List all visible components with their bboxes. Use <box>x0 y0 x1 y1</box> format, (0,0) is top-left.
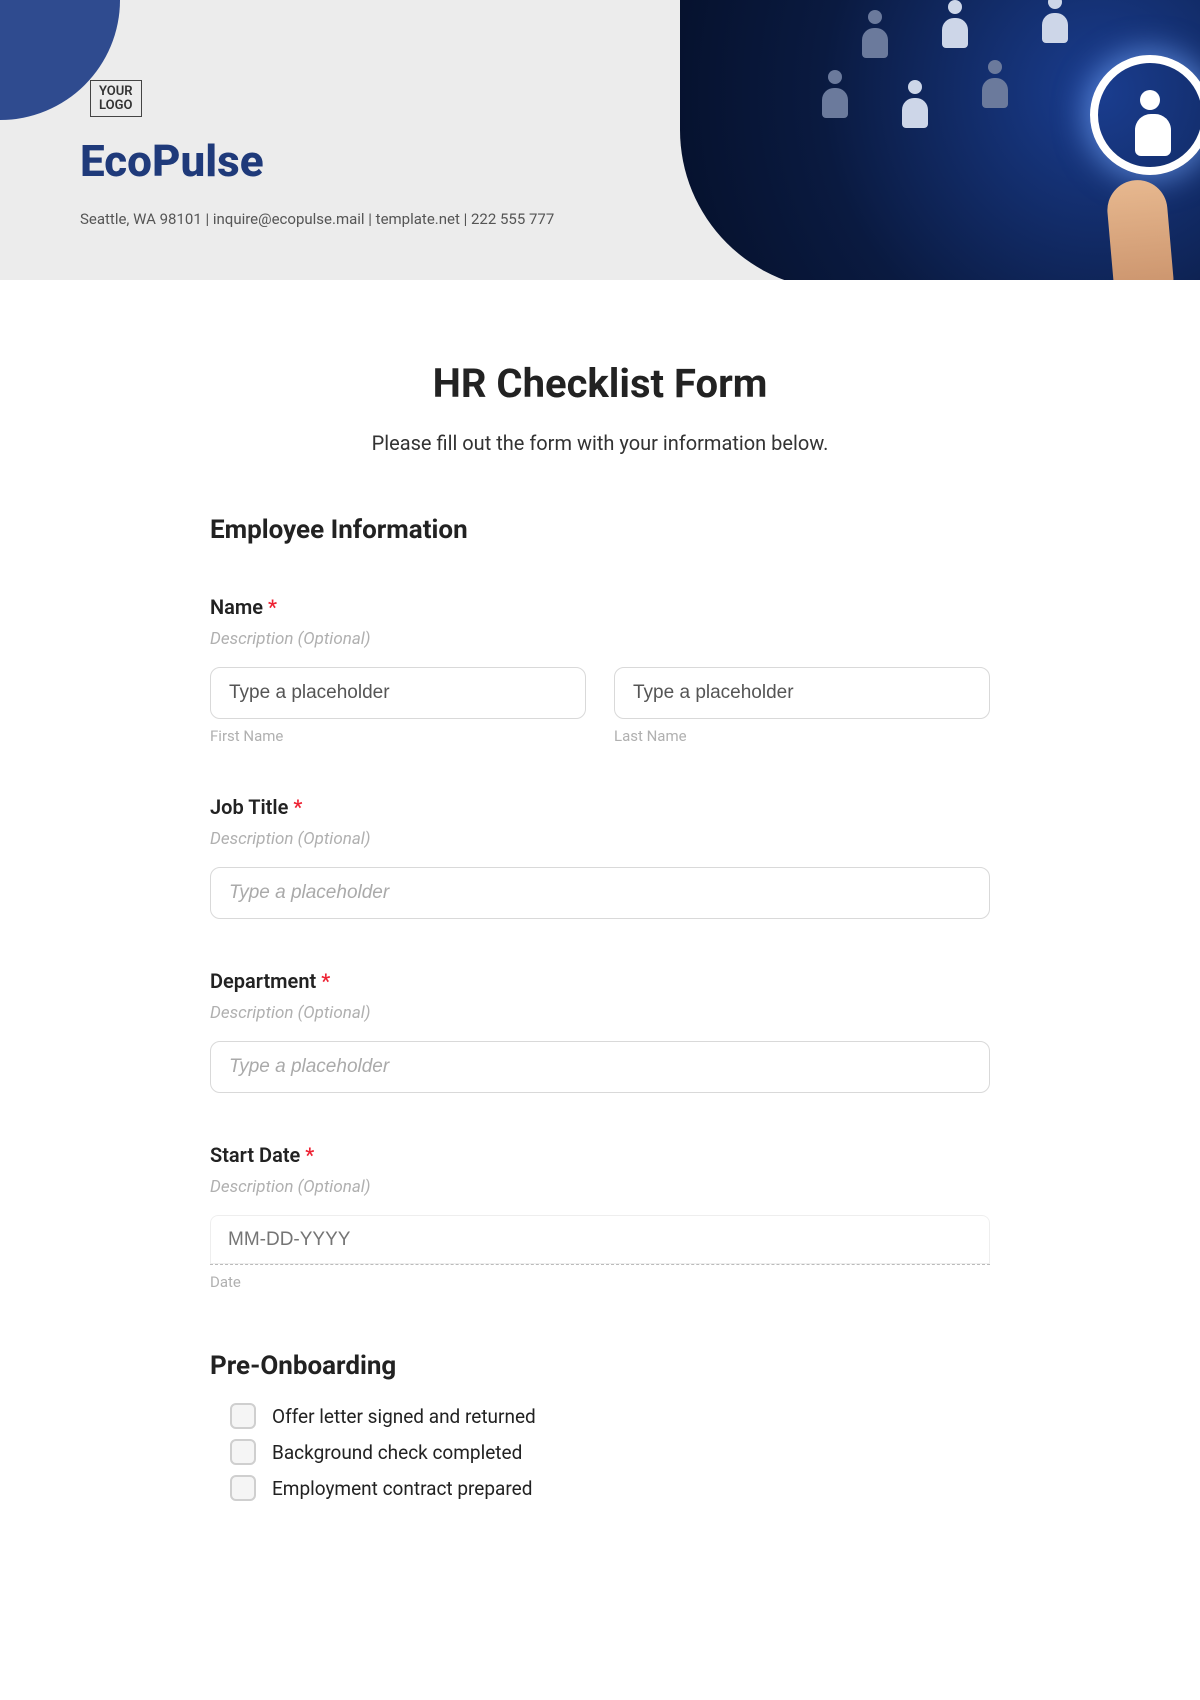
field-name: Name * Description (Optional) First Name… <box>210 595 990 745</box>
checkbox[interactable] <box>230 1439 256 1465</box>
form-container: HR Checklist Form Please fill out the fo… <box>150 280 1050 1551</box>
department-input[interactable] <box>210 1041 990 1093</box>
field-department: Department * Description (Optional) <box>210 969 990 1093</box>
start-date-description: Description (Optional) <box>210 1177 990 1197</box>
name-label: Name * <box>210 595 990 619</box>
pointing-finger <box>1105 178 1175 280</box>
checkbox[interactable] <box>230 1475 256 1501</box>
job-title-label: Job Title * <box>210 795 990 819</box>
form-subtitle: Please fill out the form with your infor… <box>210 431 990 455</box>
start-date-input[interactable] <box>210 1215 990 1265</box>
checklist-label: Offer letter signed and returned <box>272 1405 536 1428</box>
job-title-description: Description (Optional) <box>210 829 990 849</box>
required-asterisk: * <box>321 969 330 993</box>
last-name-input[interactable] <box>614 667 990 719</box>
form-title: HR Checklist Form <box>210 360 990 407</box>
start-date-label-text: Start Date <box>210 1143 300 1167</box>
preonboarding-checklist: Offer letter signed and returned Backgro… <box>210 1403 990 1501</box>
start-date-sublabel: Date <box>210 1273 990 1291</box>
selected-person-icon <box>1090 55 1200 175</box>
required-asterisk: * <box>268 595 277 619</box>
checklist-item: Offer letter signed and returned <box>210 1403 990 1429</box>
checkbox[interactable] <box>230 1403 256 1429</box>
section-preonboarding-heading: Pre-Onboarding <box>210 1351 990 1381</box>
last-name-sublabel: Last Name <box>614 727 990 745</box>
department-label: Department * <box>210 969 990 993</box>
first-name-sublabel: First Name <box>210 727 586 745</box>
logo-placeholder: YOUR LOGO <box>90 80 142 117</box>
job-title-label-text: Job Title <box>210 795 288 819</box>
name-description: Description (Optional) <box>210 629 990 649</box>
section-employee-heading: Employee Information <box>210 515 990 545</box>
job-title-input[interactable] <box>210 867 990 919</box>
field-start-date: Start Date * Description (Optional) Date <box>210 1143 990 1291</box>
contact-info: Seattle, WA 98101 | inquire@ecopulse.mai… <box>80 210 554 228</box>
logo-line2: LOGO <box>99 99 133 113</box>
department-label-text: Department <box>210 969 316 993</box>
required-asterisk: * <box>293 795 302 819</box>
checklist-label: Employment contract prepared <box>272 1477 532 1500</box>
header-hero-image <box>680 0 1200 280</box>
checklist-label: Background check completed <box>272 1441 522 1464</box>
required-asterisk: * <box>305 1143 314 1167</box>
checklist-item: Employment contract prepared <box>210 1475 990 1501</box>
document-header: YOUR LOGO EcoPulse Seattle, WA 98101 | i… <box>0 0 1200 280</box>
field-job-title: Job Title * Description (Optional) <box>210 795 990 919</box>
brand-name: EcoPulse <box>80 135 264 187</box>
start-date-label: Start Date * <box>210 1143 990 1167</box>
checklist-item: Background check completed <box>210 1439 990 1465</box>
department-description: Description (Optional) <box>210 1003 990 1023</box>
name-label-text: Name <box>210 595 263 619</box>
first-name-input[interactable] <box>210 667 586 719</box>
logo-line1: YOUR <box>99 85 133 99</box>
